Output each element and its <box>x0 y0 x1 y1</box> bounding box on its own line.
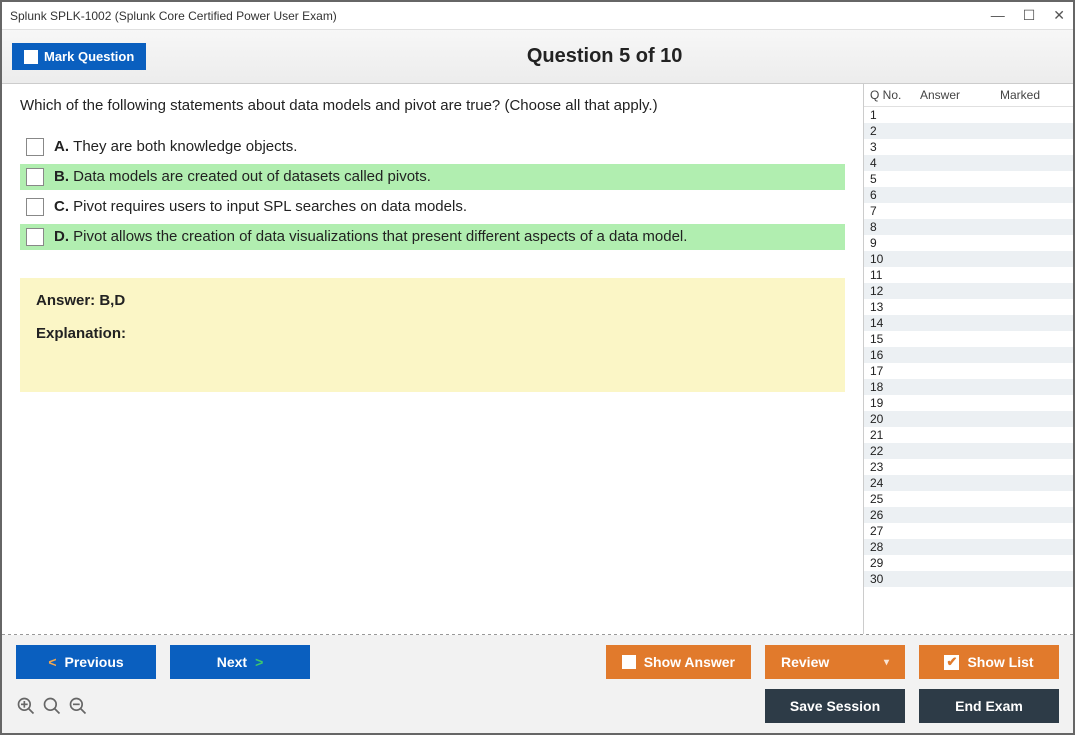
maximize-icon[interactable]: ☐ <box>1023 7 1036 24</box>
zoom-reset-icon[interactable] <box>42 696 62 716</box>
question-pane: Which of the following statements about … <box>2 84 863 634</box>
window-title: Splunk SPLK-1002 (Splunk Core Certified … <box>10 9 991 23</box>
zoom-in-icon[interactable] <box>16 696 36 716</box>
option-label: D. Pivot allows the creation of data vis… <box>54 228 687 245</box>
table-row[interactable]: 2 <box>864 123 1073 139</box>
window-controls: — ☐ ✕ <box>991 7 1065 24</box>
chevron-left-icon: < <box>48 654 56 670</box>
titlebar: Splunk SPLK-1002 (Splunk Core Certified … <box>2 2 1073 30</box>
answer-text: Answer: B,D <box>36 292 829 309</box>
table-row[interactable]: 7 <box>864 203 1073 219</box>
table-row[interactable]: 15 <box>864 331 1073 347</box>
mark-question-button[interactable]: Mark Question <box>12 43 146 70</box>
show-list-label: Show List <box>967 654 1033 670</box>
table-row[interactable]: 28 <box>864 539 1073 555</box>
option-row-d[interactable]: D. Pivot allows the creation of data vis… <box>20 224 845 250</box>
review-button[interactable]: Review ▾ <box>765 645 905 679</box>
table-row[interactable]: 23 <box>864 459 1073 475</box>
table-row[interactable]: 19 <box>864 395 1073 411</box>
header-row: Mark Question Question 5 of 10 <box>2 30 1073 84</box>
table-row[interactable]: 20 <box>864 411 1073 427</box>
table-row[interactable]: 14 <box>864 315 1073 331</box>
grid-header: Q No. Answer Marked <box>864 84 1073 107</box>
mark-question-checkbox-icon <box>24 50 38 64</box>
option-checkbox[interactable] <box>26 198 44 216</box>
show-answer-label: Show Answer <box>644 654 735 670</box>
table-row[interactable]: 26 <box>864 507 1073 523</box>
option-row-b[interactable]: B. Data models are created out of datase… <box>20 164 845 190</box>
next-button[interactable]: Next > <box>170 645 310 679</box>
option-label: A. They are both knowledge objects. <box>54 138 297 155</box>
question-text: Which of the following statements about … <box>20 96 845 116</box>
previous-button[interactable]: < Previous <box>16 645 156 679</box>
table-row[interactable]: 4 <box>864 155 1073 171</box>
zoom-controls <box>16 696 88 716</box>
table-row[interactable]: 29 <box>864 555 1073 571</box>
table-row[interactable]: 25 <box>864 491 1073 507</box>
question-counter: Question 5 of 10 <box>146 45 1063 68</box>
option-checkbox[interactable] <box>26 138 44 156</box>
end-exam-button[interactable]: End Exam <box>919 689 1059 723</box>
table-row[interactable]: 18 <box>864 379 1073 395</box>
table-row[interactable]: 5 <box>864 171 1073 187</box>
save-session-button[interactable]: Save Session <box>765 689 905 723</box>
show-answer-checkbox-icon <box>622 655 636 669</box>
mark-question-label: Mark Question <box>44 49 134 64</box>
show-answer-button[interactable]: Show Answer <box>606 645 751 679</box>
end-exam-label: End Exam <box>955 698 1023 714</box>
save-session-label: Save Session <box>790 698 880 714</box>
table-row[interactable]: 6 <box>864 187 1073 203</box>
grid-header-answer: Answer <box>920 88 1000 102</box>
answer-panel: Answer: B,D Explanation: <box>20 278 845 392</box>
option-checkbox[interactable] <box>26 168 44 186</box>
table-row[interactable]: 21 <box>864 427 1073 443</box>
option-row-a[interactable]: A. They are both knowledge objects. <box>20 134 845 160</box>
option-checkbox[interactable] <box>26 228 44 246</box>
footer: < Previous Next > Show Answer Review ▾ ✔… <box>2 635 1073 733</box>
close-icon[interactable]: ✕ <box>1053 7 1065 24</box>
question-list-panel: Q No. Answer Marked 12345678910111213141… <box>863 84 1073 634</box>
previous-label: Previous <box>65 654 124 670</box>
show-list-check-icon: ✔ <box>944 655 959 670</box>
table-row[interactable]: 10 <box>864 251 1073 267</box>
dropdown-icon: ▾ <box>884 657 889 668</box>
grid-body[interactable]: 1234567891011121314151617181920212223242… <box>864 107 1073 634</box>
explanation-label: Explanation: <box>36 325 829 342</box>
table-row[interactable]: 11 <box>864 267 1073 283</box>
zoom-out-icon[interactable] <box>68 696 88 716</box>
show-list-button[interactable]: ✔ Show List <box>919 645 1059 679</box>
table-row[interactable]: 3 <box>864 139 1073 155</box>
grid-header-marked: Marked <box>1000 88 1060 102</box>
grid-header-qno: Q No. <box>870 88 920 102</box>
table-row[interactable]: 30 <box>864 571 1073 587</box>
table-row[interactable]: 8 <box>864 219 1073 235</box>
chevron-right-icon: > <box>255 654 263 670</box>
table-row[interactable]: 9 <box>864 235 1073 251</box>
table-row[interactable]: 24 <box>864 475 1073 491</box>
table-row[interactable]: 13 <box>864 299 1073 315</box>
next-label: Next <box>217 654 247 670</box>
table-row[interactable]: 22 <box>864 443 1073 459</box>
table-row[interactable]: 17 <box>864 363 1073 379</box>
option-label: B. Data models are created out of datase… <box>54 168 431 185</box>
minimize-icon[interactable]: — <box>991 7 1005 24</box>
table-row[interactable]: 16 <box>864 347 1073 363</box>
table-row[interactable]: 27 <box>864 523 1073 539</box>
option-row-c[interactable]: C. Pivot requires users to input SPL sea… <box>20 194 845 220</box>
review-label: Review <box>781 654 829 670</box>
option-label: C. Pivot requires users to input SPL sea… <box>54 198 467 215</box>
table-row[interactable]: 1 <box>864 107 1073 123</box>
table-row[interactable]: 12 <box>864 283 1073 299</box>
